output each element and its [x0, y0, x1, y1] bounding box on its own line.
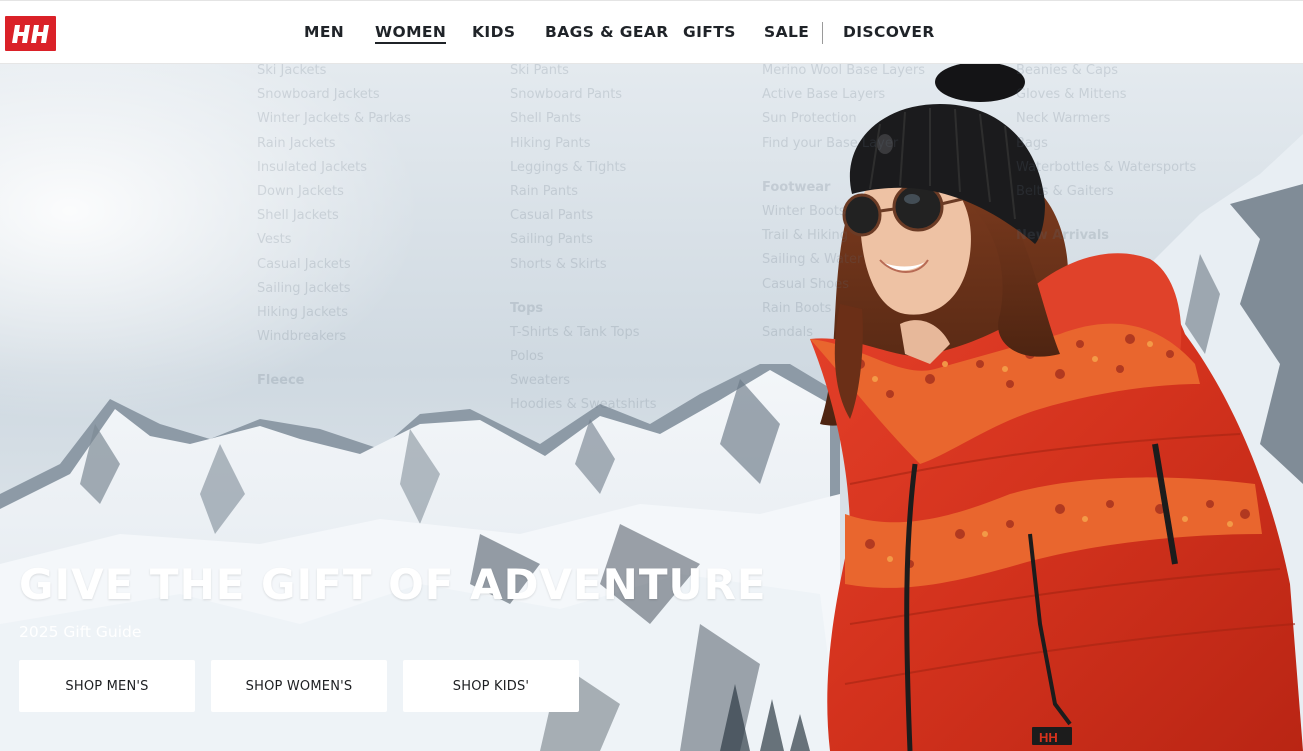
- shop-kids-button[interactable]: SHOP KIDS': [403, 660, 579, 712]
- nav-bags-gear[interactable]: BAGS & GEAR: [545, 23, 669, 41]
- hero-banner: HH Ski Jackets Snowboard Jackets Winter …: [0, 64, 1303, 751]
- nav-sale[interactable]: SALE: [764, 23, 809, 41]
- nav-discover[interactable]: DISCOVER: [843, 23, 935, 41]
- main-navigation: MEN WOMEN KIDS BAGS & GEAR GIFTS SALE DI…: [0, 1, 1303, 64]
- shop-mens-button[interactable]: SHOP MEN'S: [19, 660, 195, 712]
- nav-kids[interactable]: KIDS: [472, 23, 515, 41]
- hero-headline: GIVE THE GIFT OF ADVENTURE: [19, 560, 767, 609]
- nav-men[interactable]: MEN: [304, 23, 344, 41]
- hero-subheadline: 2025 Gift Guide: [19, 623, 142, 641]
- shop-womens-button[interactable]: SHOP WOMEN'S: [211, 660, 387, 712]
- svg-text:HH: HH: [1039, 730, 1058, 745]
- nav-gifts[interactable]: GIFTS: [683, 23, 736, 41]
- site-header: MEN WOMEN KIDS BAGS & GEAR GIFTS SALE DI…: [0, 0, 1303, 64]
- nav-divider: [822, 22, 823, 44]
- nav-women[interactable]: WOMEN: [375, 23, 447, 44]
- hero-image: HH: [0, 64, 1303, 751]
